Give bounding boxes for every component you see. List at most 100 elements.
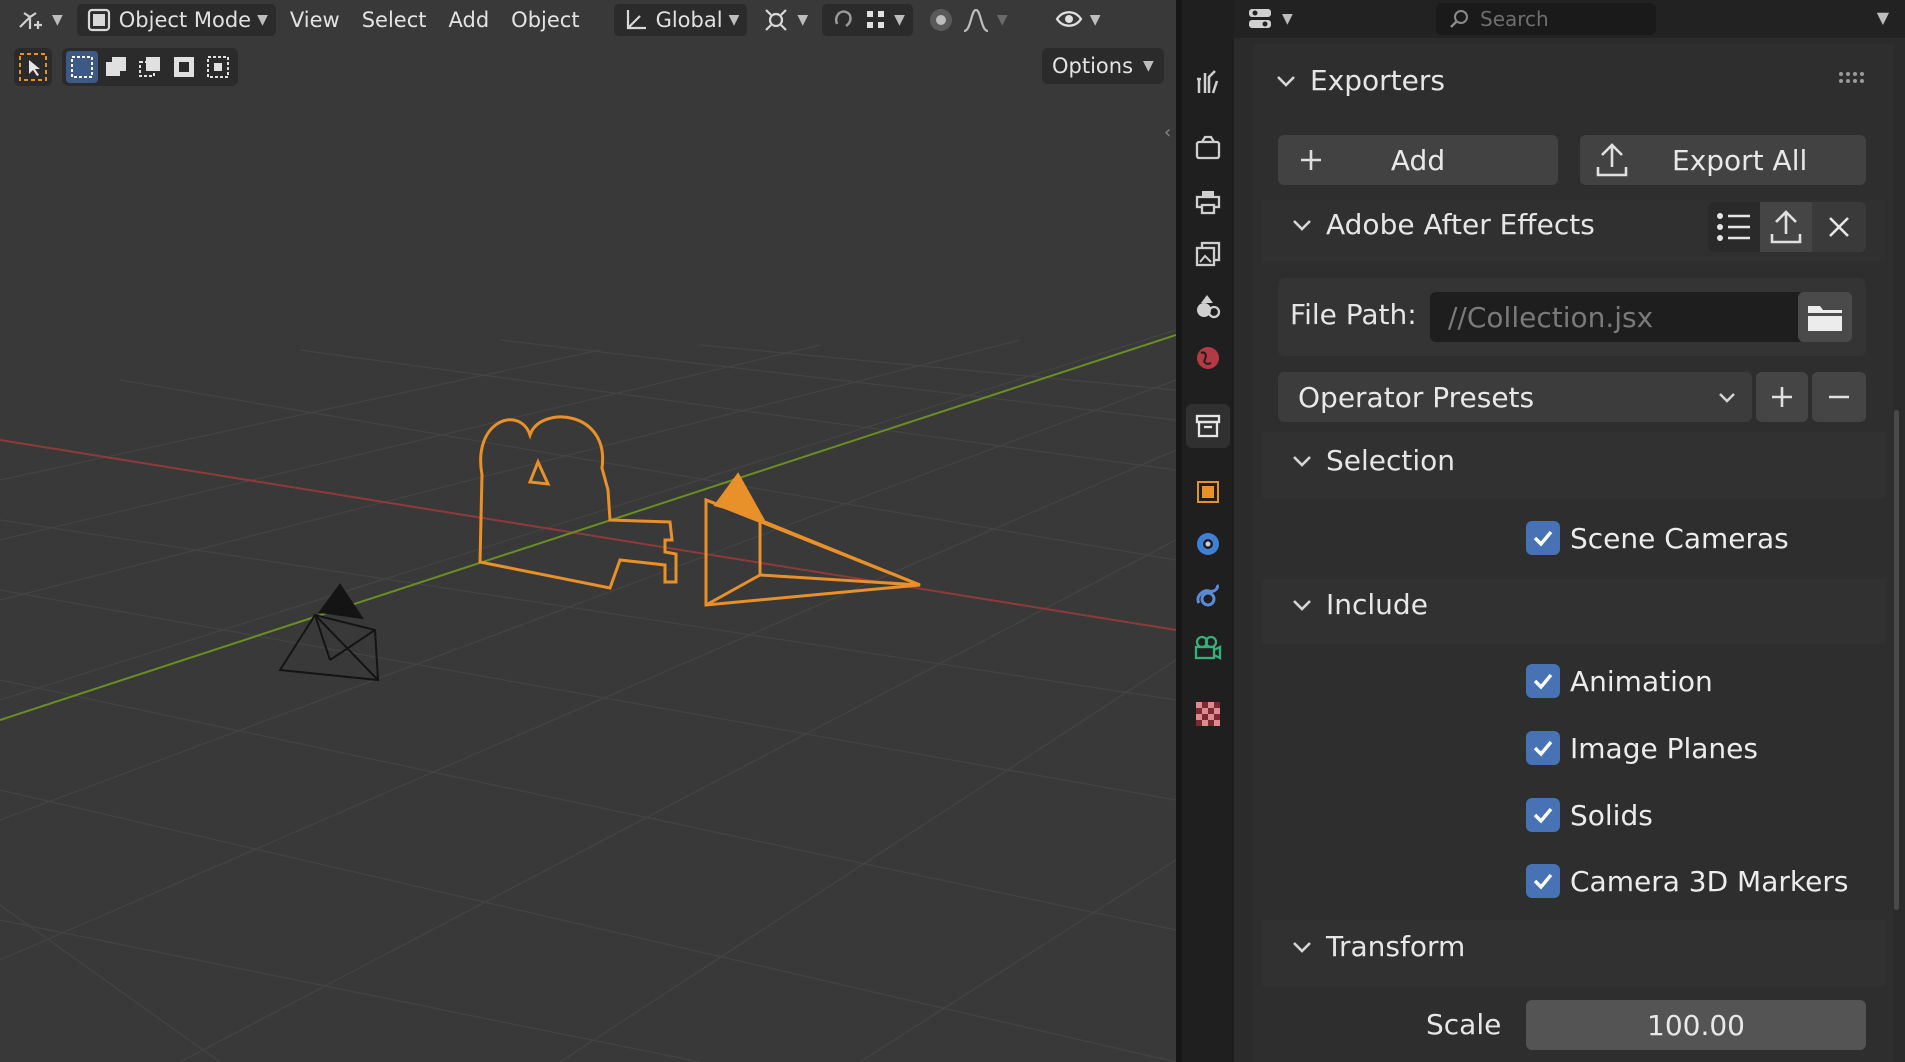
orientation-axes-icon [626, 10, 646, 30]
camera-3d-markers-checkbox[interactable]: Camera 3D Markers [1526, 864, 1848, 898]
menu-object[interactable]: Object [503, 4, 587, 36]
object-icon [1197, 481, 1219, 503]
export-single-button[interactable] [1760, 202, 1812, 252]
transform-orientation-selector[interactable]: Global ▼ [613, 4, 748, 36]
tab-texture[interactable] [1186, 692, 1230, 736]
browse-file-button[interactable] [1798, 292, 1852, 342]
checkmark-icon [1533, 807, 1553, 824]
select-intersect-button[interactable] [202, 51, 234, 83]
exporter-list-button[interactable] [1708, 202, 1760, 252]
chevron-down-icon: ▼ [728, 12, 740, 28]
unselected-camera[interactable] [278, 583, 380, 682]
transform-header[interactable]: Transform [1290, 930, 1465, 963]
list-icon [1717, 213, 1750, 241]
chevron-down-icon [1293, 941, 1311, 953]
add-exporter-button[interactable]: Add [1278, 135, 1558, 185]
tab-object-data[interactable] [1186, 626, 1230, 670]
x-axis-line [0, 439, 1176, 631]
plus-icon [1772, 387, 1792, 407]
select-extend-icon [106, 57, 126, 76]
active-tool-button[interactable] [14, 48, 52, 86]
collection-box-icon [1195, 414, 1221, 438]
blender-window: ▼ Object Mode ▼ View Select Add Object G… [0, 0, 1905, 1062]
include-header[interactable]: Include [1290, 588, 1428, 621]
tab-tool[interactable] [1186, 60, 1230, 104]
mode-label: Object Mode [118, 8, 252, 32]
selected-camera[interactable] [704, 472, 921, 607]
close-icon [1829, 217, 1849, 237]
scene-cameras-checkbox[interactable]: Scene Cameras [1526, 521, 1789, 555]
checkbox-checked[interactable] [1526, 731, 1560, 765]
properties-editor: ▼ Search ▼ Exporters Add Export All Adob… [1234, 0, 1905, 1062]
tab-constraints[interactable] [1186, 574, 1230, 618]
tool-settings-row [14, 48, 238, 86]
selection-title: Selection [1326, 444, 1456, 477]
visibility-button[interactable]: ▼ [1046, 4, 1109, 36]
tab-physics[interactable] [1186, 522, 1230, 566]
viewport-header: ▼ Object Mode ▼ View Select Add Object G… [0, 0, 1176, 40]
select-extend-button[interactable] [100, 51, 132, 83]
drag-handle-icon[interactable] [1838, 70, 1868, 86]
exporter-item-title: Adobe After Effects [1326, 208, 1595, 241]
tab-scene[interactable] [1186, 284, 1230, 328]
add-label: Add [1390, 143, 1446, 177]
mode-selector[interactable]: Object Mode ▼ [76, 4, 276, 36]
file-path-label: File Path: [1290, 298, 1417, 331]
properties-header: ▼ Search ▼ [1234, 0, 1905, 38]
remove-preset-button[interactable] [1812, 372, 1866, 422]
chevron-down-icon: ▼ [257, 12, 268, 28]
properties-editor-type-button[interactable]: ▼ [1240, 3, 1299, 35]
chevron-down-icon [1293, 599, 1311, 611]
tab-output[interactable] [1186, 180, 1230, 224]
solids-checkbox[interactable]: Solids [1526, 798, 1653, 832]
image-planes-checkbox[interactable]: Image Planes [1526, 731, 1758, 765]
export-all-button[interactable]: Export All [1580, 135, 1866, 185]
chevron-down-icon: ▼ [1143, 58, 1154, 74]
select-invert-button[interactable] [168, 51, 200, 83]
checkmark-icon [1533, 530, 1553, 547]
operator-presets-dropdown[interactable]: Operator Presets [1278, 372, 1752, 422]
checkbox-checked[interactable] [1526, 664, 1560, 698]
select-subtract-button[interactable] [134, 51, 166, 83]
object-mode-icon [87, 8, 110, 32]
menu-select[interactable]: Select [354, 4, 435, 36]
scale-field[interactable]: 100.00 [1526, 1000, 1866, 1050]
tab-view-layer[interactable] [1186, 232, 1230, 276]
menu-add[interactable]: Add [441, 4, 498, 36]
selection-header[interactable]: Selection [1290, 444, 1455, 477]
3d-viewport[interactable]: ▼ Object Mode ▼ View Select Add Object G… [0, 0, 1176, 1062]
snap-toggle[interactable]: ▼ [822, 4, 913, 36]
exporters-header[interactable]: Exporters [1274, 64, 1445, 97]
tab-render[interactable] [1186, 126, 1230, 170]
pivot-point-button[interactable]: ▼ [753, 4, 816, 36]
sidebar-toggle-arrow-icon[interactable]: ‹ [1164, 122, 1171, 143]
properties-scrollbar[interactable] [1894, 410, 1899, 910]
file-path-input[interactable]: //Collection.jsx [1430, 292, 1804, 342]
editor-type-button[interactable]: ▼ [8, 4, 71, 36]
checkbox-checked[interactable] [1526, 798, 1560, 832]
tab-world[interactable] [1186, 336, 1230, 380]
transform-orientation-label: Global [655, 8, 723, 32]
include-title: Include [1326, 588, 1428, 621]
checkbox-checked[interactable] [1526, 521, 1560, 555]
checkbox-checked[interactable] [1526, 864, 1560, 898]
proportional-editing-toggle[interactable]: ▼ [919, 4, 1016, 36]
animation-checkbox[interactable]: Animation [1526, 664, 1713, 698]
texture-checker-icon [1196, 702, 1220, 726]
tab-collection[interactable] [1186, 404, 1230, 448]
tab-object[interactable] [1186, 470, 1230, 514]
select-intersect-icon [207, 56, 229, 78]
menu-view[interactable]: View [282, 4, 348, 36]
chevron-down-icon [1293, 219, 1311, 231]
scene-icon [1197, 295, 1221, 319]
properties-search-input[interactable]: Search [1436, 3, 1656, 35]
select-subtract-icon [139, 57, 160, 77]
options-dropdown[interactable]: Options ▼ [1042, 48, 1164, 84]
camera-object-glyph[interactable] [478, 415, 678, 590]
add-preset-button[interactable] [1756, 372, 1808, 422]
remove-exporter-button[interactable] [1812, 202, 1866, 252]
select-new-button[interactable] [66, 51, 98, 83]
select-new-icon [71, 56, 93, 78]
chevron-down-icon[interactable]: ▼ [1877, 8, 1889, 27]
exporter-item-header[interactable]: Adobe After Effects [1290, 208, 1595, 241]
